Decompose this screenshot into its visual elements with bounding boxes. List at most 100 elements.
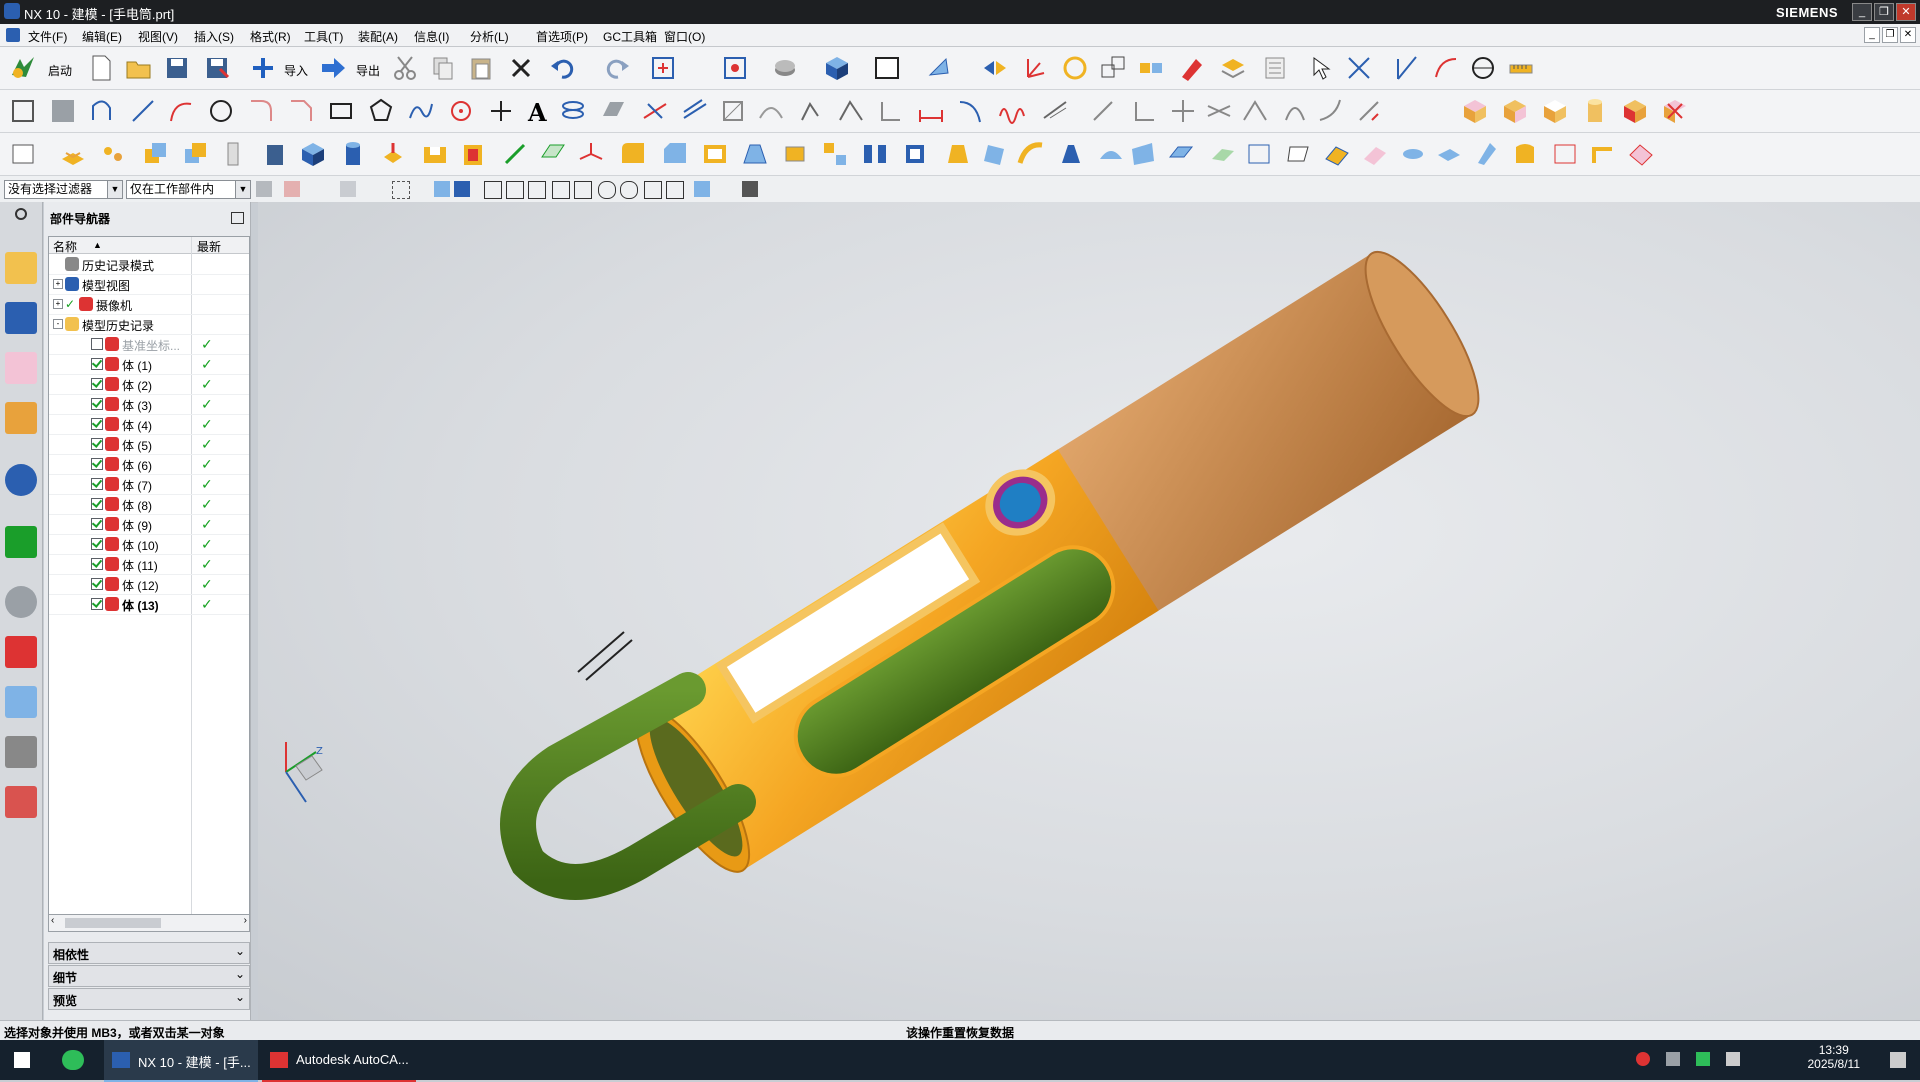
line-icon[interactable] <box>128 96 158 126</box>
part-navigator-icon[interactable] <box>5 352 37 384</box>
gear-icon[interactable] <box>9 204 33 224</box>
column-latest-header[interactable]: 最新 <box>197 238 221 255</box>
datum-plane-icon[interactable] <box>538 139 568 169</box>
roles-icon[interactable] <box>5 786 37 818</box>
n-sided-surface-icon[interactable] <box>1550 139 1580 169</box>
new-file-icon[interactable] <box>86 53 116 83</box>
zoom-region-icon[interactable] <box>720 53 750 83</box>
tube-feature-icon[interactable] <box>1398 139 1428 169</box>
tree-row[interactable]: 体 (12) ✓ <box>49 574 249 595</box>
split-curve-icon[interactable] <box>1088 96 1118 126</box>
pad-icon[interactable] <box>458 139 488 169</box>
doc-restore-button[interactable]: ❐ <box>1882 27 1898 43</box>
cross-point-icon[interactable] <box>486 96 516 126</box>
tree-row[interactable]: 体 (4) ✓ <box>49 414 249 435</box>
nx-menu-icon[interactable] <box>6 28 20 42</box>
render-style-icon[interactable] <box>770 53 800 83</box>
move-object-icon[interactable] <box>1098 53 1128 83</box>
layer-settings-icon[interactable] <box>1260 53 1290 83</box>
view-hidden-icon[interactable] <box>1660 96 1690 126</box>
bridge-curve-icon[interactable] <box>756 96 786 126</box>
trim-curve-icon[interactable] <box>796 96 826 126</box>
background-icon[interactable] <box>872 53 902 83</box>
copy-icon[interactable] <box>428 53 458 83</box>
body-select-icon[interactable] <box>454 181 470 197</box>
mesh-surface-icon[interactable] <box>1244 139 1274 169</box>
extend-curve-icon[interactable] <box>836 96 866 126</box>
polygon-icon[interactable] <box>366 96 396 126</box>
fillet-curve-icon[interactable] <box>956 96 986 126</box>
visibility-checkbox[interactable] <box>91 598 103 610</box>
groove-icon[interactable] <box>1096 139 1126 169</box>
tray-app-icon[interactable] <box>1636 1052 1650 1066</box>
view-iso-icon[interactable] <box>1620 96 1650 126</box>
tree-row[interactable]: 体 (2) ✓ <box>49 374 249 395</box>
offset-face-icon[interactable] <box>980 139 1010 169</box>
wechat-icon[interactable] <box>62 1050 84 1070</box>
taskbar-item-nx[interactable]: NX 10 - 建模 - [手... <box>104 1040 258 1082</box>
delete-icon[interactable] <box>506 53 536 83</box>
pattern-icon[interactable] <box>820 139 850 169</box>
import-icon[interactable] <box>248 53 278 83</box>
shell-icon[interactable] <box>700 139 730 169</box>
extract-curve-icon[interactable] <box>1280 96 1310 126</box>
menu-preferences[interactable]: 首选项(P) <box>536 28 588 45</box>
maximize-navigator-button[interactable] <box>231 212 244 224</box>
extension-icon[interactable] <box>1472 139 1502 169</box>
visibility-checkbox[interactable] <box>91 378 103 390</box>
sketch-line-icon[interactable] <box>1392 53 1422 83</box>
tray-volume-icon[interactable] <box>1726 1052 1740 1066</box>
visibility-checkbox[interactable] <box>91 418 103 430</box>
cylinder-feature-icon[interactable] <box>338 139 368 169</box>
snap-point-icon[interactable] <box>1344 53 1374 83</box>
visibility-checkbox[interactable] <box>91 438 103 450</box>
view-top-icon[interactable] <box>1500 96 1530 126</box>
curve-length-icon[interactable] <box>1130 96 1160 126</box>
menu-file[interactable]: 文件(F) <box>28 28 67 45</box>
collapse-icon[interactable]: - <box>53 319 63 329</box>
graphics-window[interactable]: Z <box>258 202 1920 1020</box>
measure-distance-icon[interactable] <box>1060 53 1090 83</box>
save-icon[interactable] <box>162 53 192 83</box>
view-front-icon[interactable] <box>1460 96 1490 126</box>
close-button[interactable]: ✕ <box>1896 3 1916 21</box>
constraint-navigator-icon[interactable] <box>5 302 37 334</box>
expand-icon[interactable]: + <box>53 279 63 289</box>
visibility-checkbox[interactable] <box>91 358 103 370</box>
tree-row[interactable]: 体 (7) ✓ <box>49 474 249 495</box>
trim-body-icon[interactable] <box>900 139 930 169</box>
fillet-icon[interactable] <box>246 96 276 126</box>
visibility-checkbox[interactable] <box>91 498 103 510</box>
visibility-checkbox[interactable] <box>91 558 103 570</box>
dimension-icon[interactable] <box>916 96 946 126</box>
open-folder-icon[interactable] <box>124 53 154 83</box>
thread-icon[interactable] <box>780 139 810 169</box>
cylinder-icon[interactable] <box>218 139 248 169</box>
boss-icon[interactable] <box>260 139 290 169</box>
composite-curve-icon[interactable] <box>718 96 748 126</box>
visibility-checkbox[interactable] <box>91 398 103 410</box>
tree-row[interactable]: 体 (9) ✓ <box>49 514 249 535</box>
undo-icon[interactable] <box>548 53 578 83</box>
snap-arc-center-icon[interactable] <box>574 181 592 199</box>
edit-curve-icon[interactable] <box>1040 96 1070 126</box>
snap-bounded-grid-icon[interactable] <box>666 181 684 199</box>
profile-icon[interactable] <box>88 96 118 126</box>
snap-point-on-curve-icon[interactable] <box>620 181 638 199</box>
visibility-checkbox[interactable] <box>91 478 103 490</box>
reuse-library-icon[interactable] <box>5 402 37 434</box>
thicken-icon[interactable] <box>1360 139 1390 169</box>
export-icon[interactable] <box>318 53 348 83</box>
tree-row[interactable]: 体 (10) ✓ <box>49 534 249 555</box>
manufacturing-wizards-icon[interactable] <box>5 736 37 768</box>
tree-row[interactable]: + 模型视图 <box>49 274 249 295</box>
edit-object-icon[interactable] <box>1176 53 1206 83</box>
tree-row[interactable]: 体 (3) ✓ <box>49 394 249 415</box>
studio-spline-icon[interactable] <box>406 96 436 126</box>
rectangle-icon[interactable] <box>326 96 356 126</box>
task-sketch-icon[interactable] <box>48 96 78 126</box>
process-studio-icon[interactable] <box>5 686 37 718</box>
section-curve-icon[interactable] <box>1240 96 1270 126</box>
datum-csys-icon[interactable] <box>576 139 606 169</box>
tree-row[interactable]: 体 (11) ✓ <box>49 554 249 575</box>
